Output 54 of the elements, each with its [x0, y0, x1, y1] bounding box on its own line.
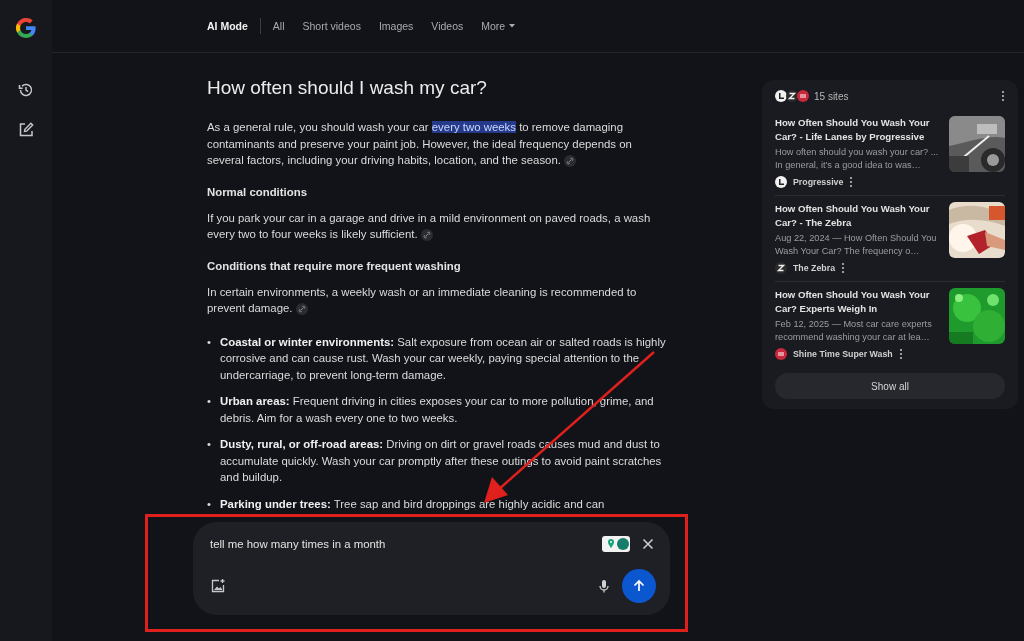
source-title-link[interactable]: How Often Should You Wash Your Car? - Life Lanes by Progressive — [775, 116, 941, 144]
bullet-marker: • — [207, 334, 211, 350]
section-heading: Conditions that require more frequent washing — [207, 259, 462, 272]
bullet-marker: • — [207, 437, 211, 452]
more-options-icon[interactable] — [849, 176, 854, 188]
source-snippet: How often should you wash your car? ... In general, it's a good idea to was… — [775, 146, 940, 172]
sites-count: 15 sites — [814, 90, 850, 102]
source-title-link[interactable]: How Often Should You Wash Your Car? Experts Weigh In — [775, 288, 941, 316]
nav-tab[interactable]: AI Mode — [207, 20, 248, 32]
bullet-marker: • — [207, 496, 211, 512]
bullet-item: Coastal or winter environments: Salt exposure from ocean air or salted roads is highly corrosive and can cause rust. Wash your car weekly, paying special attention to the undercarriage, to prevent long-term damage. — [220, 334, 667, 383]
site-favicon-icon — [775, 90, 787, 102]
nav-tab[interactable]: More — [481, 20, 516, 32]
show-all-button[interactable]: Show all — [775, 373, 1005, 399]
nav-tab[interactable]: Short videos — [302, 20, 361, 32]
site-favicon-icon — [775, 348, 787, 360]
google-logo[interactable] — [14, 16, 38, 40]
site-favicon-icon — [775, 262, 787, 274]
nav-tab[interactable]: All — [272, 20, 285, 32]
nav-tab[interactable]: Videos — [431, 20, 464, 32]
answer-title: How often should I wash my car? — [207, 77, 488, 99]
site-favicon-icon — [797, 90, 809, 102]
answer-paragraph: In certain environments, a weekly wash or an immediate cleaning is recommended to prevent damage. — [207, 284, 638, 317]
citation-link-icon[interactable] — [563, 155, 576, 167]
bullet-marker: • — [207, 394, 211, 409]
history-icon[interactable] — [17, 81, 35, 99]
close-icon[interactable] — [640, 536, 656, 552]
source-name: The Zebra — [793, 263, 836, 273]
source-name: Shine Time Super Wash — [793, 349, 893, 359]
citation-link-icon[interactable] — [295, 303, 308, 315]
send-button[interactable] — [622, 569, 656, 603]
section-heading: Normal conditions — [207, 185, 308, 198]
source-name: Progressive — [793, 177, 844, 187]
answer-paragraph: As a general rule, you should wash your car every two weeks to remove damaging contaminants and preserve your paint job. However, the ideal frequency depends on several factors, including your driving habits, location, and the season. — [207, 120, 633, 169]
answer-paragraph: If you park your car in a garage and drive in a mild environment on paved roads, a wash every two to four weeks is likely sufficient. — [207, 210, 652, 243]
compose-icon[interactable] — [17, 121, 35, 139]
more-options-icon[interactable] — [898, 348, 903, 360]
microphone-icon[interactable] — [596, 578, 612, 594]
prompt-input[interactable]: tell me how many times in a month — [210, 538, 592, 550]
map-pin-chip-icon[interactable] — [602, 536, 630, 552]
bullet-item: Urban areas: Frequent driving in cities exposes your car to more pollution, grime, and debris. Aim for a wash every one to two weeks. — [220, 394, 655, 426]
site-favicon-icon — [786, 90, 798, 102]
site-favicon-icon — [775, 176, 787, 188]
citation-link-icon[interactable] — [420, 229, 433, 241]
source-title-link[interactable]: How Often Should You Wash Your Car? - The Zebra — [775, 202, 941, 230]
nav-tab[interactable]: Images — [378, 20, 414, 32]
more-options-icon[interactable] — [841, 262, 846, 274]
add-image-icon[interactable] — [210, 578, 226, 594]
source-snippet: Aug 22, 2024 — How Often Should You Wash Your Car? The frequency o… — [775, 232, 938, 258]
arrow-up-icon — [632, 579, 646, 593]
bullet-item: Parking under trees: Tree sap and bird droppings are highly acidic and can — [220, 496, 605, 512]
caret-icon[interactable] — [509, 24, 516, 28]
source-snippet: Feb 12, 2025 — Most car care experts recommend washing your car at lea… — [775, 318, 933, 344]
more-options-icon[interactable] — [1001, 90, 1005, 102]
